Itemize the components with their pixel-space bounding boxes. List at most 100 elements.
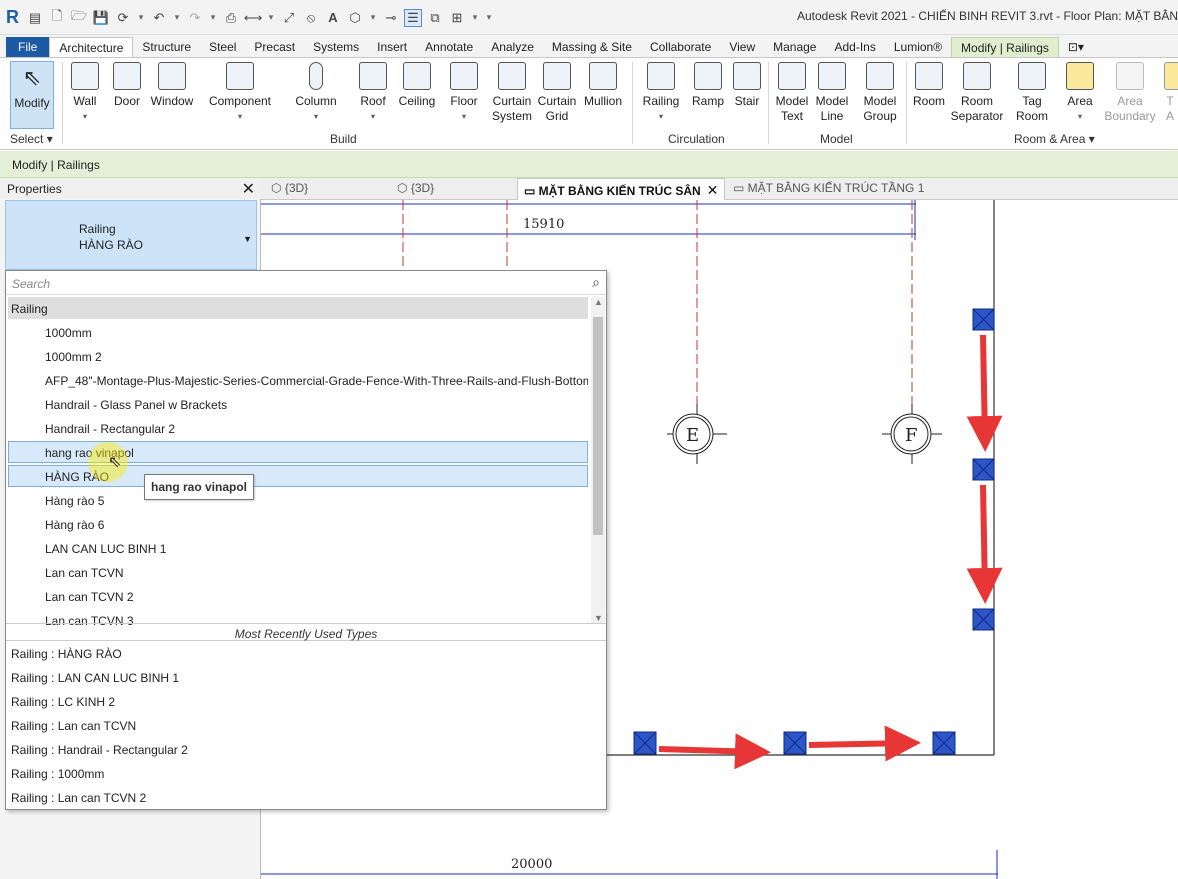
- list-scrollbar[interactable]: ▲ ▼: [591, 297, 605, 623]
- railing-post[interactable]: [972, 608, 995, 631]
- text-icon[interactable]: A: [324, 9, 342, 27]
- mru-item[interactable]: Railing : HÀNG RÀO: [11, 647, 122, 661]
- scroll-up-icon[interactable]: ▲: [594, 297, 603, 307]
- tab-analyze[interactable]: Analyze: [482, 37, 543, 57]
- search-icon[interactable]: ⌕: [592, 274, 600, 291]
- mullion-button[interactable]: Mullion: [580, 60, 626, 109]
- section-icon[interactable]: ⊸: [382, 9, 400, 27]
- chevron-down-icon[interactable]: ▾: [470, 9, 480, 27]
- chevron-down-icon[interactable]: ▾: [266, 9, 276, 27]
- close-hidden-windows-icon[interactable]: ⧉: [426, 9, 444, 27]
- room-button[interactable]: Room: [910, 60, 948, 109]
- railing-post[interactable]: [972, 308, 995, 331]
- tag-area-button[interactable]: TA: [1162, 60, 1178, 124]
- thin-lines-icon[interactable]: ☰: [404, 8, 422, 27]
- tab-view[interactable]: View: [720, 37, 764, 57]
- area-button[interactable]: Area ▾: [1062, 60, 1098, 124]
- view-tab-3d-2[interactable]: ⬡ {3D}: [391, 178, 511, 200]
- ramp-button[interactable]: Ramp: [690, 60, 726, 109]
- type-selector[interactable]: Railing HÀNG RÀO ▼: [5, 200, 257, 270]
- tab-insert[interactable]: Insert: [368, 37, 416, 57]
- view-tab-mat-bang-tang-1[interactable]: ▭ MẶT BẰNG KIẾN TRÚC TẦNG 1: [727, 178, 947, 200]
- chevron-down-icon[interactable]: ▾: [136, 9, 146, 27]
- save-icon[interactable]: 💾: [92, 9, 110, 27]
- railing-post[interactable]: [932, 731, 956, 755]
- chevron-down-icon[interactable]: ▼: [243, 231, 252, 247]
- model-text-button[interactable]: Model Text: [774, 60, 810, 124]
- open-folder-icon[interactable]: 🗁: [70, 8, 88, 27]
- room-area-panel-label[interactable]: Room & Area ▾: [1014, 132, 1095, 146]
- model-line-button[interactable]: Model Line: [814, 60, 850, 124]
- tab-massing-site[interactable]: Massing & Site: [543, 37, 641, 57]
- list-item[interactable]: Handrail - Glass Panel w Brackets: [8, 393, 588, 415]
- railing-button[interactable]: Railing ▾: [640, 60, 682, 124]
- chevron-down-icon[interactable]: ▾: [208, 9, 218, 27]
- close-icon[interactable]: ✕: [242, 179, 255, 199]
- select-panel-label[interactable]: Select ▾: [10, 132, 53, 146]
- list-item[interactable]: Hàng rào 6: [8, 513, 588, 535]
- tab-modify-railings[interactable]: Modify | Railings: [951, 37, 1059, 57]
- list-item[interactable]: Hàng rào 5: [8, 489, 588, 511]
- revit-logo[interactable]: R: [6, 7, 22, 28]
- tag-icon[interactable]: ⦸: [302, 9, 320, 27]
- floor-button[interactable]: Floor ▾: [446, 60, 482, 124]
- tab-structure[interactable]: Structure: [133, 37, 200, 57]
- wall-button[interactable]: Wall ▾: [68, 60, 102, 124]
- tab-annotate[interactable]: Annotate: [416, 37, 482, 57]
- list-item[interactable]: AFP_48"-Montage-Plus-Majestic-Series-Com…: [8, 369, 588, 391]
- curtain-system-button[interactable]: Curtain System: [490, 60, 534, 124]
- mru-item[interactable]: Railing : LAN CAN LUC BINH 1: [11, 671, 179, 685]
- sync-icon[interactable]: ⟳: [114, 9, 132, 27]
- tab-systems[interactable]: Systems: [304, 37, 368, 57]
- tab-collaborate[interactable]: Collaborate: [641, 37, 720, 57]
- door-button[interactable]: Door: [110, 60, 144, 109]
- window-button[interactable]: Window: [148, 60, 196, 109]
- component-button[interactable]: Component ▾: [206, 60, 274, 124]
- scrollbar-thumb[interactable]: [593, 317, 603, 535]
- list-item[interactable]: 1000mm 2: [8, 345, 588, 367]
- mru-item[interactable]: Railing : 1000mm: [11, 767, 104, 781]
- chevron-down-icon[interactable]: ▾: [172, 9, 182, 27]
- measure-icon[interactable]: ⟷: [244, 9, 263, 27]
- print-icon[interactable]: ⎙: [222, 9, 240, 27]
- view-tab-mat-bang-san[interactable]: ▭ MẶT BẰNG KIẾN TRÚC SÂN ✕: [517, 178, 725, 200]
- ribbon-minimize-icon[interactable]: ⊡▾: [1059, 37, 1093, 57]
- area-boundary-button[interactable]: Area Boundary: [1102, 60, 1158, 124]
- tab-add-ins[interactable]: Add-Ins: [825, 37, 884, 57]
- tab-architecture[interactable]: Architecture: [49, 37, 134, 57]
- list-group-header[interactable]: Railing: [8, 297, 588, 319]
- list-item[interactable]: Lan can TCVN: [8, 561, 588, 583]
- railing-post[interactable]: [633, 731, 657, 755]
- app-menu-icon[interactable]: ▤: [26, 9, 44, 27]
- tab-file[interactable]: File: [6, 37, 50, 57]
- chevron-down-icon[interactable]: ▾: [368, 9, 378, 27]
- aligned-dimension-icon[interactable]: ⤢: [280, 9, 298, 27]
- list-item[interactable]: Lan can TCVN 2: [8, 585, 588, 607]
- roof-button[interactable]: Roof ▾: [356, 60, 390, 124]
- model-group-button[interactable]: Model Group: [858, 60, 902, 124]
- undo-icon[interactable]: ↶: [150, 9, 168, 27]
- new-file-icon[interactable]: 🗋: [48, 8, 66, 27]
- tab-manage[interactable]: Manage: [764, 37, 825, 57]
- railing-post[interactable]: [783, 731, 807, 755]
- view-tab-3d-1[interactable]: ⬡ {3D}: [265, 178, 385, 200]
- mru-item[interactable]: Railing : Handrail - Rectangular 2: [11, 743, 188, 757]
- railing-post[interactable]: [972, 458, 995, 481]
- tab-steel[interactable]: Steel: [200, 37, 245, 57]
- search-input[interactable]: Search: [6, 271, 606, 295]
- tab-precast[interactable]: Precast: [245, 37, 304, 57]
- curtain-grid-button[interactable]: Curtain Grid: [536, 60, 578, 124]
- mru-item[interactable]: Railing : LC KINH 2: [11, 695, 115, 709]
- redo-icon[interactable]: ↷: [186, 9, 204, 27]
- stair-button[interactable]: Stair: [730, 60, 764, 109]
- tag-room-button[interactable]: Tag Room: [1010, 60, 1054, 124]
- ceiling-button[interactable]: Ceiling: [396, 60, 438, 109]
- list-item[interactable]: Handrail - Rectangular 2: [8, 417, 588, 439]
- room-separator-button[interactable]: Room Separator: [950, 60, 1004, 124]
- tab-lumion[interactable]: Lumion®: [885, 37, 951, 57]
- switch-windows-icon[interactable]: ⊞: [448, 9, 466, 27]
- list-item[interactable]: LAN CAN LUC BINH 1: [8, 537, 588, 559]
- close-icon[interactable]: ✕: [707, 182, 719, 198]
- mru-item[interactable]: Railing : Lan can TCVN 2: [11, 791, 146, 805]
- scroll-down-icon[interactable]: ▼: [594, 613, 603, 623]
